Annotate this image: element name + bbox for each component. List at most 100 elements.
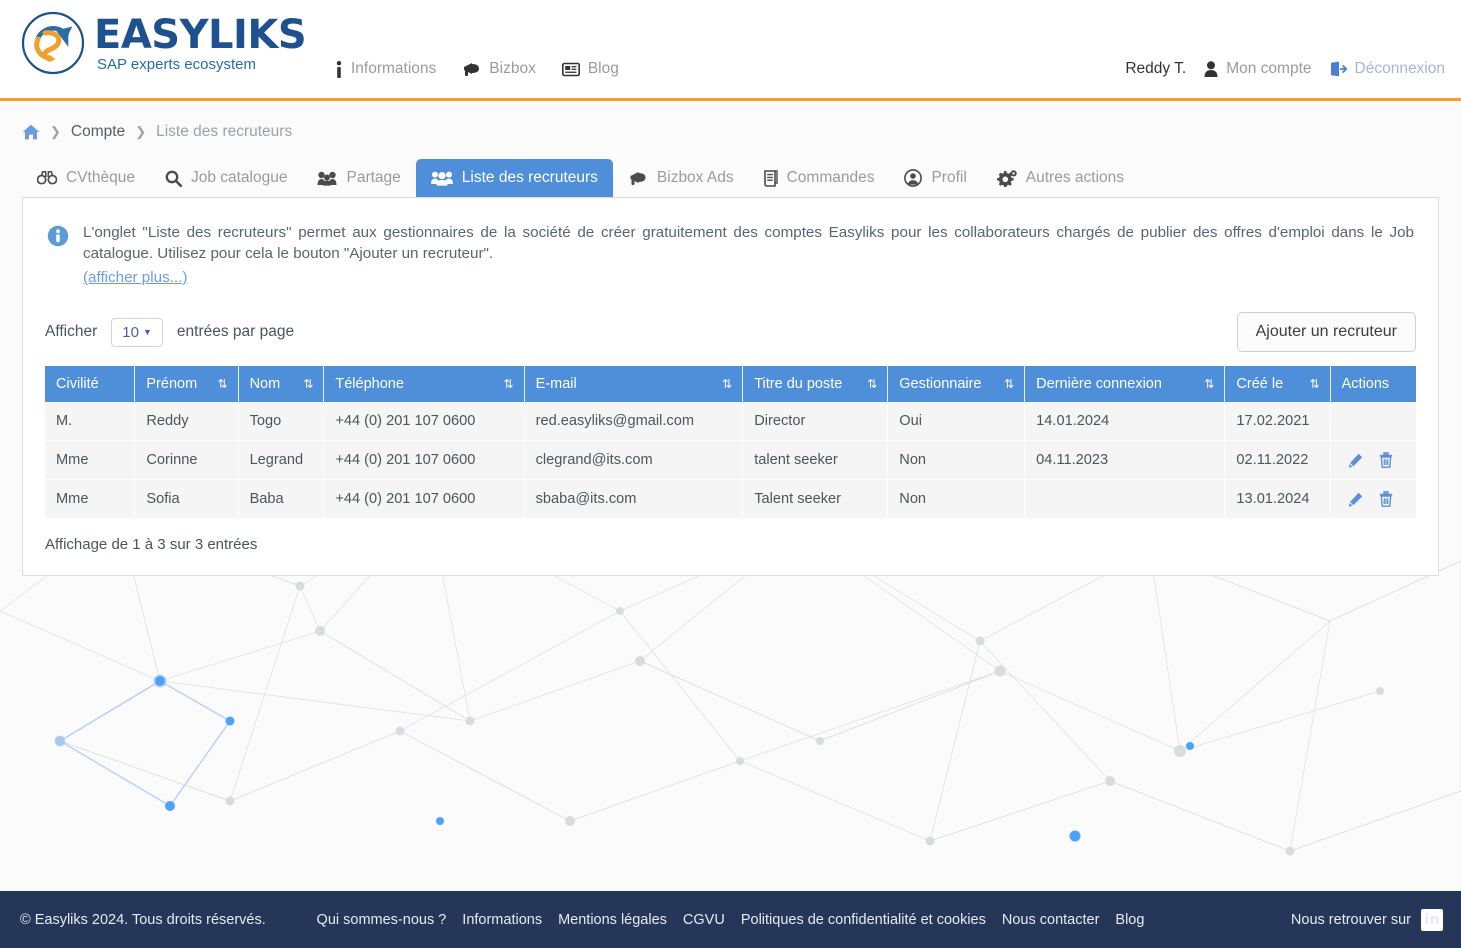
my-account-label: Mon compte <box>1226 60 1311 78</box>
footer-copyright: © Easyliks 2024. Tous droits réservés. <box>20 912 266 928</box>
info-alert-text: L'onglet "Liste des recruteurs" permet a… <box>83 224 1414 262</box>
linkedin-icon[interactable]: in <box>1421 909 1443 931</box>
page-size-select[interactable]: 10 ▼ <box>111 318 163 347</box>
header-nav-label: Informations <box>351 60 436 78</box>
footer-links: Qui sommes-nous ? Informations Mentions … <box>317 912 1145 928</box>
cell-civilite: M. <box>45 402 135 441</box>
cell-prenom: Reddy <box>135 402 238 441</box>
cell-derniere-connexion: 04.11.2023 <box>1025 441 1225 480</box>
gears-icon <box>997 170 1017 187</box>
sort-updown-icon[interactable]: ⇅ <box>1310 377 1319 391</box>
column-prenom[interactable]: Prénom⇅ <box>135 366 238 402</box>
header-nav-label: Blog <box>588 60 619 78</box>
cell-titre: Director <box>743 402 888 441</box>
sort-updown-icon[interactable]: ⇅ <box>504 377 513 391</box>
page-body: ❯ Compte ❯ Liste des recruteurs CVthèque… <box>0 101 1461 891</box>
tab-job-catalogue[interactable]: Job catalogue <box>150 159 303 197</box>
show-more-link[interactable]: (afficher plus...) <box>83 267 1414 288</box>
tab-commandes[interactable]: Commandes <box>749 159 890 197</box>
column-derniere-connexion[interactable]: Dernière connexion ⇅ <box>1025 366 1225 402</box>
sort-updown-icon[interactable]: ⇅ <box>867 377 876 391</box>
tab-bizbox-ads[interactable]: Bizbox Ads <box>613 159 749 197</box>
footer-link-mentions-legales[interactable]: Mentions légales <box>558 912 667 928</box>
footer-link-nous-contacter[interactable]: Nous contacter <box>1002 912 1100 928</box>
breadcrumb-item-compte[interactable]: Compte <box>71 123 125 141</box>
table-row: Mme Sofia Baba +44 (0) 201 107 0600 sbab… <box>45 480 1416 519</box>
column-actions: Actions <box>1330 366 1416 402</box>
tab-cvtheque[interactable]: CVthèque <box>22 159 150 197</box>
breadcrumb-separator: ❯ <box>135 124 146 140</box>
tab-label: Profil <box>931 169 966 187</box>
header-nav-label: Bizbox <box>489 60 536 78</box>
trash-icon[interactable] <box>1379 491 1393 507</box>
column-email[interactable]: E-mail ⇅ <box>524 366 743 402</box>
brand-tagline: SAP experts ecosystem <box>97 57 306 72</box>
cell-gestionnaire: Non <box>888 441 1025 480</box>
cell-titre: talent seeker <box>743 441 888 480</box>
tab-partage[interactable]: Partage <box>302 159 415 197</box>
tab-label: Bizbox Ads <box>657 169 734 187</box>
cell-civilite: Mme <box>45 480 135 519</box>
home-icon[interactable] <box>22 124 40 140</box>
header-user-area: Reddy T. Mon compte Déconnexion <box>1125 60 1445 78</box>
page-root: EASYLIKS SAP experts ecosystem Informati… <box>0 0 1461 948</box>
tab-profil[interactable]: Profil <box>889 159 981 197</box>
sort-updown-icon[interactable]: ⇅ <box>218 377 227 391</box>
cell-telephone: +44 (0) 201 107 0600 <box>324 480 524 519</box>
column-gestionnaire[interactable]: Gestionnaire ⇅ <box>888 366 1025 402</box>
pencil-icon[interactable] <box>1348 492 1363 507</box>
sort-updown-icon[interactable]: ⇅ <box>303 377 312 391</box>
tab-label: Liste des recruteurs <box>462 169 598 187</box>
tab-liste-des-recruteurs[interactable]: Liste des recruteurs <box>416 159 613 197</box>
column-telephone[interactable]: Téléphone⇅ <box>324 366 524 402</box>
tab-autres-actions[interactable]: Autres actions <box>982 159 1139 197</box>
share-users-icon <box>317 171 337 186</box>
logout-icon <box>1330 61 1347 77</box>
column-nom[interactable]: Nom ⇅ <box>238 366 324 402</box>
my-account-link[interactable]: Mon compte <box>1204 60 1311 78</box>
info-icon <box>335 61 343 78</box>
footer-link-politiques[interactable]: Politiques de confidentialité et cookies <box>741 912 986 928</box>
column-label: E-mail <box>536 376 577 392</box>
sort-updown-icon[interactable]: ⇅ <box>1204 377 1213 391</box>
column-label: Dernière connexion <box>1036 376 1162 392</box>
sort-updown-icon[interactable]: ⇅ <box>722 377 731 391</box>
logout-link[interactable]: Déconnexion <box>1330 60 1445 78</box>
cell-cree-le: 02.11.2022 <box>1225 441 1330 480</box>
breadcrumb-item-current: Liste des recruteurs <box>156 123 292 141</box>
column-civilite[interactable]: Civilité <box>45 366 135 402</box>
table-info: Affichage de 1 à 3 sur 3 entrées <box>45 536 1416 553</box>
footer-social: Nous retrouver sur in <box>1291 909 1443 931</box>
sort-updown-icon[interactable]: ⇅ <box>1004 377 1013 391</box>
page-size-control: Afficher 10 ▼ entrées par page <box>45 318 294 347</box>
cell-telephone: +44 (0) 201 107 0600 <box>324 402 524 441</box>
column-cree-le[interactable]: Créé le⇅ <box>1225 366 1330 402</box>
recruiters-panel: L'onglet "Liste des recruteurs" permet a… <box>22 197 1439 576</box>
cell-email: red.easyliks@gmail.com <box>524 402 743 441</box>
tab-label: Autres actions <box>1026 169 1124 187</box>
footer-link-qui-sommes-nous[interactable]: Qui sommes-nous ? <box>317 912 447 928</box>
header-nav-informations[interactable]: Informations <box>335 60 436 78</box>
header-nav-blog[interactable]: Blog <box>562 60 619 78</box>
footer-link-blog[interactable]: Blog <box>1115 912 1144 928</box>
column-label: Nom <box>250 376 281 392</box>
footer-social-label: Nous retrouver sur <box>1291 912 1411 928</box>
header-nav-bizbox[interactable]: Bizbox <box>462 60 536 78</box>
brand-logo[interactable]: EASYLIKS SAP experts ecosystem <box>18 8 306 78</box>
footer-link-informations[interactable]: Informations <box>462 912 542 928</box>
receipt-icon <box>764 170 778 187</box>
column-titre-du-poste[interactable]: Titre du poste ⇅ <box>743 366 888 402</box>
column-label: Titre du poste <box>754 376 842 392</box>
cell-email: clegrand@its.com <box>524 441 743 480</box>
add-recruiter-button[interactable]: Ajouter un recruteur <box>1237 312 1416 352</box>
cell-cree-le: 13.01.2024 <box>1225 480 1330 519</box>
cell-derniere-connexion: 14.01.2024 <box>1025 402 1225 441</box>
recruiters-table: Civilité Prénom⇅ Nom ⇅ Téléphone⇅ E-mail ⇅… <box>45 366 1416 519</box>
column-label: Gestionnaire <box>899 376 981 392</box>
footer-link-cgvu[interactable]: CGVU <box>683 912 725 928</box>
cell-nom: Legrand <box>238 441 324 480</box>
trash-icon[interactable] <box>1379 452 1393 468</box>
cell-telephone: +44 (0) 201 107 0600 <box>324 441 524 480</box>
cell-nom: Togo <box>238 402 324 441</box>
pencil-icon[interactable] <box>1348 453 1363 468</box>
